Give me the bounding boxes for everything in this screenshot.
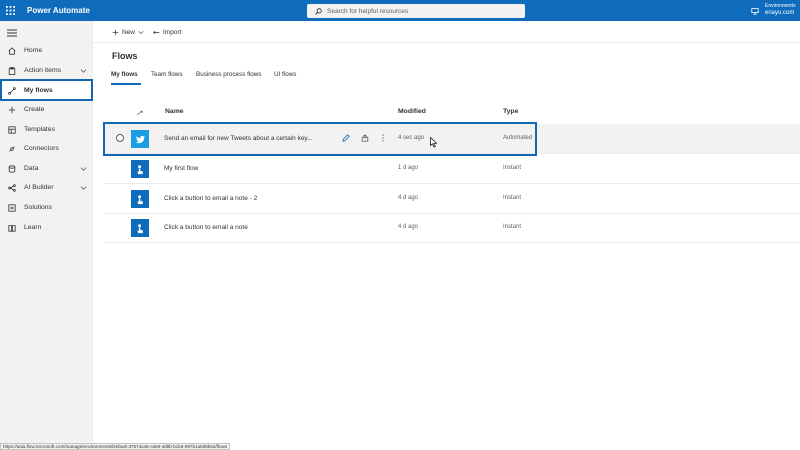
sidebar-item-templates[interactable]: Templates <box>0 120 93 139</box>
sidebar-item-label: Learn <box>24 224 42 231</box>
touch-icon <box>131 160 149 178</box>
sidebar-item-learn[interactable]: Learn <box>0 218 93 237</box>
clipboard-icon <box>0 66 24 75</box>
table-row[interactable]: Click a button to email a note 4 d ago I… <box>104 213 800 243</box>
search-box[interactable]: Search for helpful resources <box>307 4 525 18</box>
flow-name[interactable]: Click a button to email a note - 2 <box>164 195 257 202</box>
flow-type: Instant <box>503 224 522 230</box>
column-header-type[interactable]: Type <box>503 108 518 115</box>
plus-icon <box>112 29 119 35</box>
column-header-name[interactable]: Name <box>165 108 184 115</box>
book-icon <box>0 224 24 232</box>
touch-icon <box>131 190 149 208</box>
sidebar-item-label: Connectors <box>24 145 59 152</box>
new-button[interactable]: New <box>112 21 147 43</box>
connectors-icon <box>0 145 24 153</box>
sidebar-item-connectors[interactable]: Connectors <box>0 139 93 158</box>
solutions-icon <box>0 203 24 212</box>
app-title[interactable]: Power Automate <box>27 0 90 21</box>
home-icon <box>0 46 24 55</box>
status-bar-url: https://asia.flow.microsoft.com/manage/e… <box>0 443 231 450</box>
new-label: New <box>122 28 136 36</box>
sidebar-item-create[interactable]: Create <box>0 100 93 119</box>
tab-my-flows[interactable]: My flows <box>111 71 138 78</box>
table-row[interactable]: My first flow 1 d ago Instant <box>104 154 800 184</box>
sidebar-item-action-items[interactable]: Action items <box>0 61 93 80</box>
flow-type: Instant <box>503 165 522 171</box>
sidebar-item-label: Solutions <box>24 204 52 211</box>
modified-time: 1 d ago <box>398 165 419 171</box>
plus-icon <box>0 106 24 114</box>
environment-label[interactable]: Environments <box>765 3 796 9</box>
tab-business-process-flows[interactable]: Business process flows <box>196 71 261 78</box>
app-launcher-icon[interactable] <box>0 0 21 21</box>
top-bar: Power Automate Search for helpful resour… <box>0 0 800 21</box>
sort-icon[interactable] <box>136 110 143 116</box>
sidebar-item-label: AI Builder <box>24 184 54 191</box>
command-bar: New Import <box>93 21 800 43</box>
search-icon <box>315 7 322 15</box>
sidebar-item-label: Templates <box>24 126 55 133</box>
tab-ui-flows[interactable]: UI flows <box>274 71 296 78</box>
import-icon <box>153 30 160 34</box>
search-placeholder: Search for helpful resources <box>327 7 409 15</box>
chevron-down-icon[interactable] <box>80 67 87 74</box>
column-header-modified[interactable]: Modified <box>398 108 426 115</box>
sidebar-item-home[interactable]: Home <box>0 41 93 60</box>
ai-builder-icon <box>0 183 24 192</box>
flow-type: Instant <box>503 195 522 201</box>
import-button[interactable]: Import <box>153 21 181 43</box>
templates-icon <box>0 125 24 134</box>
sidebar-item-solutions[interactable]: Solutions <box>0 198 93 217</box>
tab-team-flows[interactable]: Team flows <box>151 71 183 78</box>
sidebar-item-label: Create <box>24 106 45 113</box>
sidebar-item-data[interactable]: Data <box>0 159 93 178</box>
environment-icon[interactable] <box>750 2 760 19</box>
chevron-down-icon[interactable] <box>80 165 87 172</box>
sidebar-item-label: Action items <box>24 67 62 74</box>
modified-time: 4 d ago <box>398 195 419 201</box>
chevron-down-icon[interactable] <box>80 184 87 191</box>
touch-icon <box>131 219 149 237</box>
sidebar-item-label: Data <box>24 165 39 172</box>
database-icon <box>0 164 24 173</box>
chevron-down-icon <box>138 30 144 35</box>
hamburger-menu-icon[interactable] <box>7 29 17 37</box>
my-flows-highlight-box <box>0 79 93 101</box>
environment-name[interactable]: enayu.com <box>765 10 794 16</box>
active-tab-indicator <box>111 83 141 85</box>
row-highlight-box <box>103 122 537 156</box>
flow-name[interactable]: My first flow <box>164 165 198 172</box>
sidebar-item-label: Home <box>24 47 43 54</box>
sidebar-item-ai-builder[interactable]: AI Builder <box>0 178 93 197</box>
import-label: Import <box>163 28 182 36</box>
table-row[interactable]: Click a button to email a note - 2 4 d a… <box>104 184 800 214</box>
modified-time: 4 d ago <box>398 224 419 230</box>
mouse-cursor-icon <box>430 137 438 148</box>
page-title: Flows <box>112 51 138 61</box>
flow-name[interactable]: Click a button to email a note <box>164 224 248 231</box>
table-header: Name Modified Type <box>104 106 800 120</box>
